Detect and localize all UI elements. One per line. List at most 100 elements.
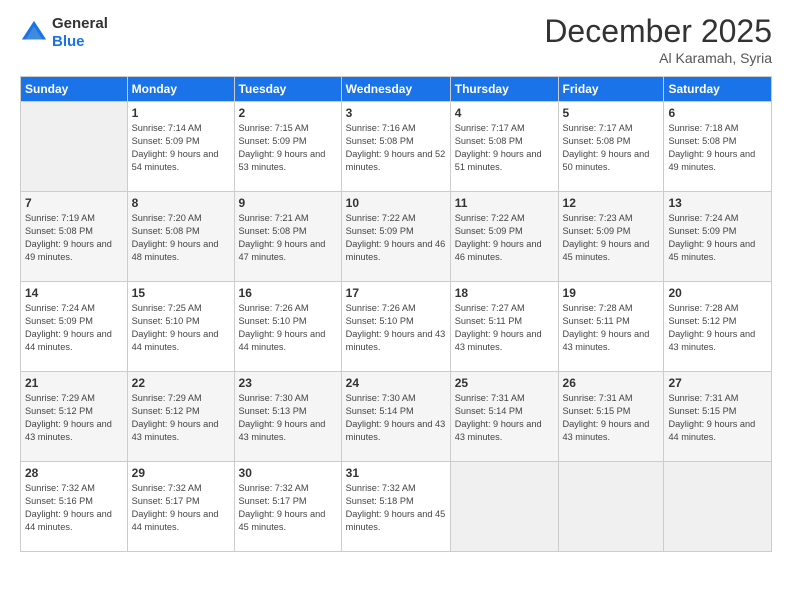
month-title: December 2025: [544, 15, 772, 47]
day-info: Sunrise: 7:29 AM Sunset: 5:12 PM Dayligh…: [25, 392, 123, 444]
header-saturday: Saturday: [664, 77, 772, 102]
day-info: Sunrise: 7:26 AM Sunset: 5:10 PM Dayligh…: [239, 302, 337, 354]
day-info: Sunrise: 7:24 AM Sunset: 5:09 PM Dayligh…: [668, 212, 767, 264]
table-cell: [664, 462, 772, 552]
table-cell: 21 Sunrise: 7:29 AM Sunset: 5:12 PM Dayli…: [21, 372, 128, 462]
day-number: 4: [455, 106, 554, 120]
table-cell: 2 Sunrise: 7:15 AM Sunset: 5:09 PM Daylig…: [234, 102, 341, 192]
table-cell: 19 Sunrise: 7:28 AM Sunset: 5:11 PM Dayli…: [558, 282, 664, 372]
day-number: 7: [25, 196, 123, 210]
day-info: Sunrise: 7:17 AM Sunset: 5:08 PM Dayligh…: [563, 122, 660, 174]
table-cell: 13 Sunrise: 7:24 AM Sunset: 5:09 PM Dayli…: [664, 192, 772, 282]
calendar-header-row: Sunday Monday Tuesday Wednesday Thursday…: [21, 77, 772, 102]
day-number: 11: [455, 196, 554, 210]
title-section: December 2025 Al Karamah, Syria: [544, 15, 772, 66]
header-monday: Monday: [127, 77, 234, 102]
day-number: 2: [239, 106, 337, 120]
header-tuesday: Tuesday: [234, 77, 341, 102]
day-info: Sunrise: 7:31 AM Sunset: 5:15 PM Dayligh…: [563, 392, 660, 444]
day-info: Sunrise: 7:28 AM Sunset: 5:12 PM Dayligh…: [668, 302, 767, 354]
day-number: 17: [346, 286, 446, 300]
table-cell: 1 Sunrise: 7:14 AM Sunset: 5:09 PM Daylig…: [127, 102, 234, 192]
day-info: Sunrise: 7:22 AM Sunset: 5:09 PM Dayligh…: [455, 212, 554, 264]
table-cell: [450, 462, 558, 552]
header-wednesday: Wednesday: [341, 77, 450, 102]
table-cell: 27Sunrise: 7:31 AM Sunset: 5:15 PM Dayli…: [664, 372, 772, 462]
day-info: Sunrise: 7:27 AM Sunset: 5:11 PM Dayligh…: [455, 302, 554, 354]
day-info: Sunrise: 7:29 AM Sunset: 5:12 PM Dayligh…: [132, 392, 230, 444]
day-number: 30: [239, 466, 337, 480]
logo-text: General Blue: [52, 15, 108, 51]
table-cell: 23 Sunrise: 7:30 AM Sunset: 5:13 PM Dayli…: [234, 372, 341, 462]
header-friday: Friday: [558, 77, 664, 102]
day-number: 15: [132, 286, 230, 300]
header: General Blue December 2025 Al Karamah, S…: [20, 15, 772, 66]
day-number: 20: [668, 286, 767, 300]
table-cell: 7 Sunrise: 7:19 AM Sunset: 5:08 PM Daylig…: [21, 192, 128, 282]
day-info: Sunrise: 7:32 AM Sunset: 5:16 PM Dayligh…: [25, 482, 123, 534]
table-cell: 16 Sunrise: 7:26 AM Sunset: 5:10 PM Dayli…: [234, 282, 341, 372]
day-info: Sunrise: 7:31 AM Sunset: 5:14 PM Dayligh…: [455, 392, 554, 444]
week-row-4: 28 Sunrise: 7:32 AM Sunset: 5:16 PM Dayli…: [21, 462, 772, 552]
logo-icon: [20, 19, 48, 47]
day-info: Sunrise: 7:30 AM Sunset: 5:14 PM Dayligh…: [346, 392, 446, 444]
day-info: Sunrise: 7:30 AM Sunset: 5:13 PM Dayligh…: [239, 392, 337, 444]
day-number: 12: [563, 196, 660, 210]
day-info: Sunrise: 7:23 AM Sunset: 5:09 PM Dayligh…: [563, 212, 660, 264]
day-info: Sunrise: 7:17 AM Sunset: 5:08 PM Dayligh…: [455, 122, 554, 174]
table-cell: 15 Sunrise: 7:25 AM Sunset: 5:10 PM Dayli…: [127, 282, 234, 372]
table-cell: 17Sunrise: 7:26 AM Sunset: 5:10 PM Dayli…: [341, 282, 450, 372]
week-row-3: 21 Sunrise: 7:29 AM Sunset: 5:12 PM Dayli…: [21, 372, 772, 462]
day-info: Sunrise: 7:21 AM Sunset: 5:08 PM Dayligh…: [239, 212, 337, 264]
week-row-2: 14Sunrise: 7:24 AM Sunset: 5:09 PM Dayli…: [21, 282, 772, 372]
day-info: Sunrise: 7:15 AM Sunset: 5:09 PM Dayligh…: [239, 122, 337, 174]
day-info: Sunrise: 7:24 AM Sunset: 5:09 PM Dayligh…: [25, 302, 123, 354]
day-info: Sunrise: 7:18 AM Sunset: 5:08 PM Dayligh…: [668, 122, 767, 174]
day-info: Sunrise: 7:19 AM Sunset: 5:08 PM Dayligh…: [25, 212, 123, 264]
table-cell: 24Sunrise: 7:30 AM Sunset: 5:14 PM Dayli…: [341, 372, 450, 462]
day-number: 16: [239, 286, 337, 300]
table-cell: 12 Sunrise: 7:23 AM Sunset: 5:09 PM Dayli…: [558, 192, 664, 282]
table-cell: 28 Sunrise: 7:32 AM Sunset: 5:16 PM Dayli…: [21, 462, 128, 552]
table-cell: 22 Sunrise: 7:29 AM Sunset: 5:12 PM Dayli…: [127, 372, 234, 462]
day-info: Sunrise: 7:31 AM Sunset: 5:15 PM Dayligh…: [668, 392, 767, 444]
day-number: 21: [25, 376, 123, 390]
day-number: 5: [563, 106, 660, 120]
day-number: 1: [132, 106, 230, 120]
day-number: 10: [346, 196, 446, 210]
table-cell: 6 Sunrise: 7:18 AM Sunset: 5:08 PM Daylig…: [664, 102, 772, 192]
table-cell: 20 Sunrise: 7:28 AM Sunset: 5:12 PM Dayli…: [664, 282, 772, 372]
table-cell: [21, 102, 128, 192]
table-cell: 8 Sunrise: 7:20 AM Sunset: 5:08 PM Daylig…: [127, 192, 234, 282]
table-cell: 3 Sunrise: 7:16 AM Sunset: 5:08 PM Daylig…: [341, 102, 450, 192]
day-number: 6: [668, 106, 767, 120]
day-number: 29: [132, 466, 230, 480]
table-cell: 9Sunrise: 7:21 AM Sunset: 5:08 PM Daylig…: [234, 192, 341, 282]
day-number: 19: [563, 286, 660, 300]
day-number: 25: [455, 376, 554, 390]
day-number: 13: [668, 196, 767, 210]
table-cell: 26 Sunrise: 7:31 AM Sunset: 5:15 PM Dayli…: [558, 372, 664, 462]
table-cell: 31Sunrise: 7:32 AM Sunset: 5:18 PM Dayli…: [341, 462, 450, 552]
header-thursday: Thursday: [450, 77, 558, 102]
page: General Blue December 2025 Al Karamah, S…: [0, 0, 792, 612]
table-cell: 5 Sunrise: 7:17 AM Sunset: 5:08 PM Daylig…: [558, 102, 664, 192]
week-row-0: 1 Sunrise: 7:14 AM Sunset: 5:09 PM Daylig…: [21, 102, 772, 192]
day-number: 26: [563, 376, 660, 390]
day-number: 22: [132, 376, 230, 390]
day-info: Sunrise: 7:14 AM Sunset: 5:09 PM Dayligh…: [132, 122, 230, 174]
table-cell: 30Sunrise: 7:32 AM Sunset: 5:17 PM Dayli…: [234, 462, 341, 552]
table-cell: 25 Sunrise: 7:31 AM Sunset: 5:14 PM Dayli…: [450, 372, 558, 462]
day-number: 8: [132, 196, 230, 210]
day-info: Sunrise: 7:20 AM Sunset: 5:08 PM Dayligh…: [132, 212, 230, 264]
week-row-1: 7 Sunrise: 7:19 AM Sunset: 5:08 PM Daylig…: [21, 192, 772, 282]
day-info: Sunrise: 7:25 AM Sunset: 5:10 PM Dayligh…: [132, 302, 230, 354]
table-cell: 14Sunrise: 7:24 AM Sunset: 5:09 PM Dayli…: [21, 282, 128, 372]
day-info: Sunrise: 7:16 AM Sunset: 5:08 PM Dayligh…: [346, 122, 446, 174]
table-cell: 29Sunrise: 7:32 AM Sunset: 5:17 PM Dayli…: [127, 462, 234, 552]
day-number: 3: [346, 106, 446, 120]
day-number: 28: [25, 466, 123, 480]
day-number: 23: [239, 376, 337, 390]
day-info: Sunrise: 7:28 AM Sunset: 5:11 PM Dayligh…: [563, 302, 660, 354]
location-subtitle: Al Karamah, Syria: [544, 50, 772, 66]
